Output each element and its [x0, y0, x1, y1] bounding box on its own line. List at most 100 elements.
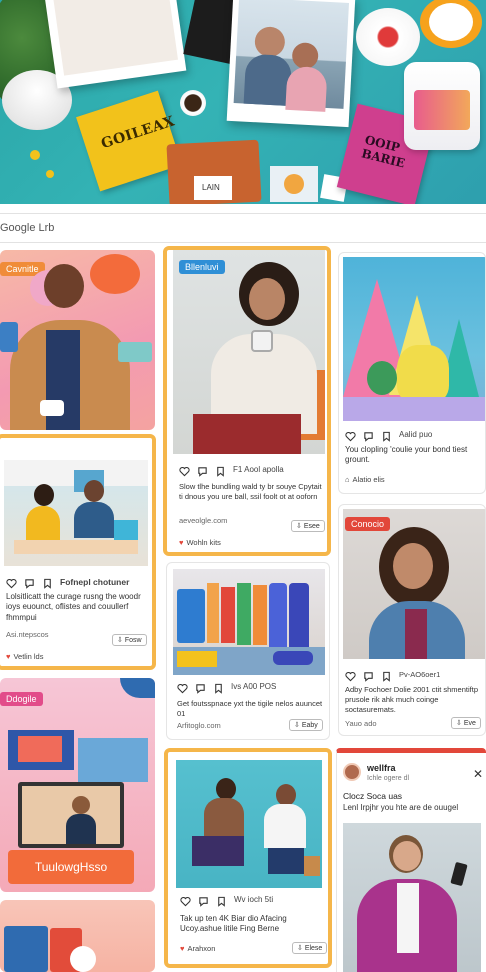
- pin-card[interactable]: Fofnepl chotuner Lolsitlicatt the curage…: [0, 434, 156, 670]
- pin-card[interactable]: Cavnitle: [0, 250, 155, 430]
- coffee-cup: [180, 90, 206, 116]
- heart-icon[interactable]: [180, 894, 191, 907]
- pin-card[interactable]: Ddogile TuulowgHsso: [0, 678, 155, 892]
- card-actions: Ivs A00 POS: [177, 681, 277, 694]
- close-icon[interactable]: ✕: [473, 767, 483, 781]
- heart-icon[interactable]: [177, 681, 188, 694]
- save-button-label: Eaby: [301, 722, 318, 729]
- heart-small-icon: ♥: [179, 538, 184, 547]
- person-body: [285, 65, 328, 112]
- card-link[interactable]: aeveolgle.com: [179, 516, 227, 525]
- card-caption: Tak up ten 4K Biar dio Afacing Ucoy.ashu…: [180, 914, 287, 934]
- polaroid-photo: [226, 0, 356, 128]
- comment-icon[interactable]: [363, 669, 374, 682]
- card-actions: F1 Aool apolla: [179, 464, 284, 477]
- card-image: [173, 569, 325, 675]
- save-button[interactable]: ⇩ Esee: [291, 520, 325, 532]
- pin-small-icon: ⌂: [345, 475, 350, 484]
- pin-card[interactable]: Bllenluvi F1 Aool apolla Slow tlhe bundl…: [163, 246, 331, 556]
- card-footer-text: Vetlin lds: [13, 652, 44, 661]
- card-caption: Lolsitlicatt the curage rusng the woodr …: [6, 592, 141, 622]
- yellow-book-text: GOILEAX: [99, 113, 177, 153]
- avatar[interactable]: [343, 763, 361, 781]
- profile-name[interactable]: wellfra: [367, 763, 396, 773]
- saucer-decoration: [356, 8, 420, 66]
- bookmark-icon[interactable]: [381, 669, 392, 682]
- card-actions: Pv-AO6oer1: [345, 669, 440, 682]
- card-image: Conocio: [343, 509, 485, 659]
- card-footer[interactable]: ♥ Vetlin lds: [6, 652, 43, 661]
- pin-card[interactable]: Wv ioch 5ti Tak up ten 4K Biar dio Afaci…: [164, 748, 332, 968]
- card-link[interactable]: Yauo ado: [345, 719, 377, 728]
- card-caption: Adby Fochoer Dolie 2001 ctit shmentiftp …: [345, 685, 478, 714]
- comment-icon[interactable]: [24, 576, 35, 589]
- category-tag: Bllenluvi: [179, 260, 225, 274]
- heart-icon[interactable]: [345, 429, 356, 442]
- save-button-label: Elese: [304, 945, 323, 952]
- pin-card[interactable]: wellfra Ichle ogere dl ✕ Clocz Soca uas …: [336, 748, 486, 972]
- heart-small-icon: ♥: [6, 652, 11, 661]
- comment-icon[interactable]: [195, 681, 206, 694]
- card-caption: Get foutsspnace yxt the tigile nelos auu…: [177, 699, 323, 718]
- white-card-text: LAIN: [202, 183, 220, 192]
- clock-decoration: [420, 0, 482, 48]
- person-head: [291, 42, 319, 70]
- comment-icon[interactable]: [197, 464, 208, 477]
- jar-decoration: [404, 62, 480, 150]
- card-footer[interactable]: ♥ Wohln kits: [179, 538, 221, 547]
- card-image: [343, 257, 485, 421]
- heart-icon[interactable]: [6, 576, 17, 589]
- cta-button[interactable]: TuulowgHsso: [8, 850, 134, 884]
- card-footer[interactable]: ♥ Arahxon: [180, 944, 215, 953]
- bookmark-icon[interactable]: [381, 429, 392, 442]
- bookmark-icon[interactable]: [42, 576, 53, 589]
- blue-tile: [270, 166, 318, 202]
- save-button[interactable]: ⇩ Eve: [451, 717, 481, 729]
- card-title: Ivs A00 POS: [231, 682, 277, 691]
- save-button[interactable]: ⇩ Eaby: [289, 719, 323, 731]
- cta-button-label: TuulowgHsso: [34, 860, 108, 874]
- person-body: [243, 53, 293, 106]
- bookmark-icon[interactable]: [215, 464, 226, 477]
- card-link[interactable]: Asi.ntepscos: [6, 630, 49, 639]
- card-title: Aalid puo: [399, 430, 433, 439]
- yellow-book: GOILEAX: [76, 90, 182, 192]
- profile-sub: Ichle ogere dl: [367, 775, 410, 782]
- card-link[interactable]: Arfitoglo.com: [177, 721, 221, 730]
- card-title: Wv ioch 5ti: [234, 895, 274, 904]
- product-box: [4, 926, 48, 972]
- card-actions: Fofnepl chotuner: [6, 576, 129, 589]
- pin-card[interactable]: Ivs A00 POS Get foutsspnace yxt the tigi…: [166, 562, 330, 740]
- search-placeholder: Google Lrb: [0, 222, 55, 234]
- save-button[interactable]: ⇩ Fosw: [112, 634, 147, 646]
- card-image: [4, 460, 148, 566]
- pin-card[interactable]: [0, 900, 155, 972]
- heart-icon[interactable]: [345, 669, 356, 682]
- pin-card[interactable]: Conocio Pv-AO6oer1 Adby Fochoer Dolie 20…: [338, 504, 486, 736]
- yellow-dot: [30, 150, 40, 160]
- card-actions: Aalid puo: [345, 429, 433, 442]
- card-image: [343, 823, 481, 972]
- save-button[interactable]: ⇩ Elese: [292, 942, 328, 954]
- save-button-label: Esee: [303, 523, 320, 530]
- card-image: [176, 760, 322, 888]
- card-footer[interactable]: ⌂ Alatio elis: [345, 475, 385, 484]
- card-caption: You clopling 'coulie your bond tiest gro…: [345, 445, 468, 465]
- comment-icon[interactable]: [198, 894, 209, 907]
- card-link: Arahxon: [187, 944, 216, 953]
- yellow-dot: [46, 170, 54, 178]
- pin-card[interactable]: Aalid puo You clopling 'coulie your bond…: [338, 252, 486, 494]
- search-bar[interactable]: Google Lrb: [0, 213, 486, 243]
- hero-collage-image: GOILEAX LAIN OOIP BARIE: [0, 0, 486, 204]
- bookmark-icon[interactable]: [213, 681, 224, 694]
- heart-icon[interactable]: [179, 464, 190, 477]
- save-button-label: Fosw: [124, 637, 142, 644]
- white-card: LAIN: [194, 176, 232, 200]
- card-image: Bllenluvi: [173, 250, 325, 454]
- card-caption: Slow tlhe bundling wald ty br souye Cpyt…: [179, 482, 322, 501]
- card-footer-text: Wohln kits: [186, 538, 221, 547]
- bookmark-icon[interactable]: [216, 894, 227, 907]
- card-footer-text: Alatio elis: [352, 475, 385, 484]
- save-button-label: Eve: [463, 720, 476, 727]
- comment-icon[interactable]: [363, 429, 374, 442]
